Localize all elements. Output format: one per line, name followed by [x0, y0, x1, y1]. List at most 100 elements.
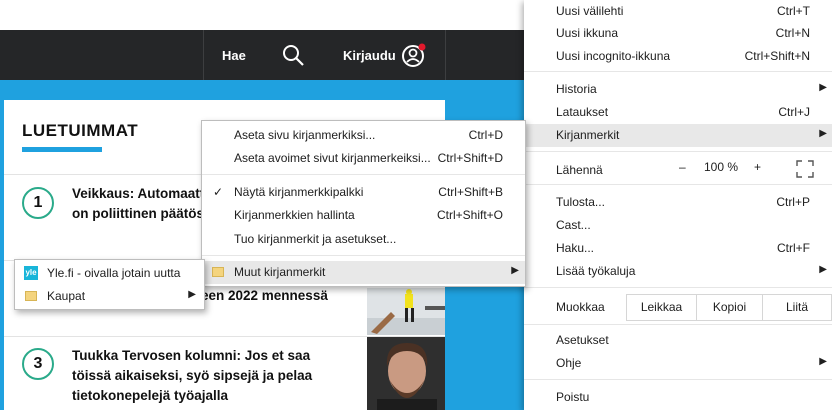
- menu-item-bookmark-all-tabs[interactable]: Aseta avoimet sivut kirjanmerkeiksi... C…: [202, 147, 525, 170]
- menu-item-shortcut: Ctrl+Shift+B: [438, 185, 503, 199]
- paste-button[interactable]: Liitä: [762, 294, 832, 321]
- menu-item-label: Aseta avoimet sivut kirjanmerkeiksi...: [234, 151, 431, 165]
- chevron-right-icon: ▶: [819, 264, 827, 275]
- menu-item-label: Ohje: [556, 356, 582, 370]
- header-divider: [203, 30, 204, 80]
- menu-item-label: Muut kirjanmerkit: [234, 265, 326, 279]
- menu-item-label: Haku...: [556, 241, 595, 255]
- login-link[interactable]: Kirjaudu: [343, 48, 396, 63]
- menu-item-label: Historia: [556, 82, 597, 96]
- menu-item-settings[interactable]: Asetukset: [524, 329, 832, 352]
- rank-badge: 1: [22, 187, 54, 219]
- menu-item-label: Näytä kirjanmerkkipalkki: [234, 185, 364, 199]
- menu-item-find[interactable]: Haku... Ctrl+F: [524, 237, 832, 260]
- bookmark-item-yle[interactable]: yle Yle.fi - oivalla jotain uutta: [15, 262, 204, 285]
- bookmark-label: Kaupat: [47, 289, 86, 303]
- menu-item-label: Kirjanmerkkien hallinta: [234, 208, 355, 222]
- menu-item-help[interactable]: Ohje ▶: [524, 352, 832, 375]
- menu-item-shortcut: Ctrl+Shift+N: [744, 49, 810, 63]
- menu-separator: [524, 324, 832, 325]
- article-item[interactable]: 3 Tuukka Tervosen kolumni: Jos et saa tö…: [4, 337, 445, 410]
- menu-item-label: Cast...: [556, 218, 591, 232]
- menu-item-label: Tulosta...: [556, 195, 605, 209]
- menu-separator: [524, 151, 832, 152]
- article-headline-line[interactable]: tietokonepelejä työajalla: [72, 386, 228, 406]
- menu-item-label: Lisää työkaluja: [556, 264, 636, 278]
- menu-item-label: Asetukset: [556, 333, 609, 347]
- edit-row-label: Muokkaa: [556, 300, 605, 314]
- other-bookmarks-submenu: yle Yle.fi - oivalla jotain uutta Kaupat…: [14, 259, 205, 310]
- zoom-level: 100 %: [704, 160, 739, 174]
- menu-separator: [524, 71, 832, 72]
- menu-item-shortcut: Ctrl+D: [468, 128, 503, 142]
- menu-item-shortcut: Ctrl+J: [778, 105, 810, 119]
- menu-item-label: Aseta sivu kirjanmerkiksi...: [234, 128, 376, 142]
- menu-item-shortcut: Ctrl+N: [775, 26, 810, 40]
- chevron-right-icon: ▶: [819, 128, 827, 139]
- fullscreen-icon[interactable]: [796, 160, 814, 178]
- menu-item-import-bookmarks[interactable]: Tuo kirjanmerkit ja asetukset...: [202, 228, 525, 251]
- article-headline-line[interactable]: töissä aikaiseksi, syö sipsejä ja pelaa: [72, 366, 312, 386]
- yle-favicon-icon: yle: [24, 266, 38, 280]
- search-link[interactable]: Hae: [222, 48, 246, 63]
- menu-separator: [524, 379, 832, 380]
- menu-item-label: Lataukset: [556, 105, 609, 119]
- check-icon: ✓: [213, 185, 224, 199]
- menu-item-shortcut: Ctrl+Shift+O: [436, 208, 503, 222]
- menu-item-more-tools[interactable]: Lisää työkaluja ▶: [524, 260, 832, 283]
- chevron-right-icon: ▶: [188, 289, 196, 300]
- menu-item-exit[interactable]: Poistu: [524, 386, 832, 409]
- article-headline-line[interactable]: een 2022 mennessä: [201, 286, 328, 306]
- menu-item-show-bookmarks-bar[interactable]: ✓ Näytä kirjanmerkkipalkki Ctrl+Shift+B: [202, 181, 525, 204]
- article-photo[interactable]: [367, 288, 445, 335]
- menu-item-cast[interactable]: Cast...: [524, 214, 832, 237]
- menu-item-bookmark-manager[interactable]: Kirjanmerkkien hallinta Ctrl+Shift+O: [202, 204, 525, 227]
- menu-separator: [524, 184, 832, 185]
- menu-item-shortcut: Ctrl+P: [776, 195, 810, 209]
- chevron-right-icon: ▶: [819, 82, 827, 93]
- menu-item-shortcut: Ctrl+F: [777, 241, 810, 255]
- zoom-out-button[interactable]: –: [679, 160, 686, 174]
- menu-item-new-tab[interactable]: Uusi välilehti Ctrl+T: [524, 0, 832, 23]
- menu-separator: [524, 287, 832, 288]
- menu-item-shortcut: Ctrl+T: [777, 4, 810, 18]
- zoom-in-button[interactable]: +: [754, 160, 761, 174]
- menu-item-incognito[interactable]: Uusi incognito-ikkuna Ctrl+Shift+N: [524, 45, 832, 68]
- menu-item-zoom: Lähennä: [524, 159, 832, 182]
- section-title: LUETUIMMAT: [22, 121, 139, 140]
- menu-item-label: Uusi välilehti: [556, 4, 624, 18]
- menu-item-print[interactable]: Tulosta... Ctrl+P: [524, 191, 832, 214]
- menu-separator: [202, 255, 525, 256]
- menu-separator: [202, 174, 525, 175]
- chevron-right-icon: ▶: [511, 265, 519, 276]
- menu-item-label: Poistu: [556, 390, 590, 404]
- menu-item-label: Uusi incognito-ikkuna: [556, 49, 671, 63]
- menu-item-label: Uusi ikkuna: [556, 26, 619, 40]
- menu-item-other-bookmarks[interactable]: Muut kirjanmerkit ▶: [202, 261, 525, 284]
- bookmark-label: Yle.fi - oivalla jotain uutta: [47, 266, 181, 280]
- article-headline-line[interactable]: Tuukka Tervosen kolumni: Jos et saa: [72, 346, 310, 366]
- folder-icon: [212, 267, 224, 277]
- menu-item-bookmarks[interactable]: Kirjanmerkit ▶: [524, 124, 832, 147]
- user-account-icon[interactable]: [401, 42, 427, 68]
- rank-badge: 3: [22, 348, 54, 380]
- menu-item-history[interactable]: Historia ▶: [524, 78, 832, 101]
- article-headline-line[interactable]: on poliittinen päätös: [72, 204, 204, 224]
- bookmarks-submenu: Aseta sivu kirjanmerkiksi... Ctrl+D Aset…: [201, 120, 526, 287]
- folder-icon: [25, 291, 37, 301]
- menu-item-new-window[interactable]: Uusi ikkuna Ctrl+N: [524, 22, 832, 45]
- article-photo[interactable]: [367, 337, 445, 410]
- menu-item-label: Lähennä: [556, 163, 603, 177]
- search-icon[interactable]: [281, 43, 305, 67]
- chevron-right-icon: ▶: [819, 356, 827, 367]
- menu-item-shortcut: Ctrl+Shift+D: [437, 151, 503, 165]
- menu-item-downloads[interactable]: Lataukset Ctrl+J: [524, 101, 832, 124]
- menu-item-label: Tuo kirjanmerkit ja asetukset...: [234, 232, 397, 246]
- cut-button[interactable]: Leikkaa: [626, 294, 697, 321]
- title-underline: [22, 147, 102, 152]
- bookmark-folder-kaupat[interactable]: Kaupat ▶: [15, 285, 204, 308]
- menu-item-bookmark-page[interactable]: Aseta sivu kirjanmerkiksi... Ctrl+D: [202, 124, 525, 147]
- chrome-main-menu: Uusi välilehti Ctrl+T Uusi ikkuna Ctrl+N…: [524, 0, 832, 410]
- copy-button[interactable]: Kopioi: [696, 294, 763, 321]
- menu-item-label: Kirjanmerkit: [556, 128, 620, 142]
